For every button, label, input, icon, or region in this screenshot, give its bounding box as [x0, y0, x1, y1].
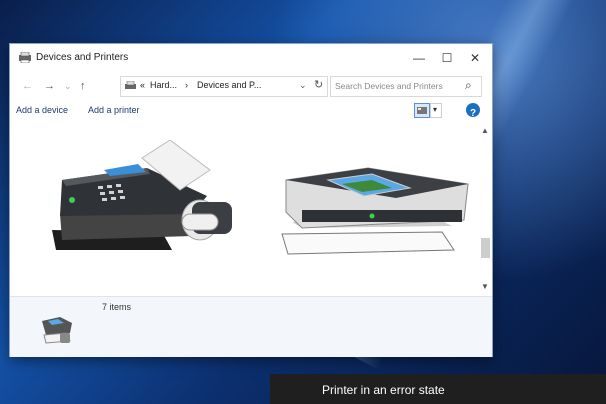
item-count: 7 items [102, 302, 132, 312]
window-title: Devices and Printers [36, 52, 129, 63]
devices-content-area [10, 122, 492, 296]
add-printer-button[interactable]: Add a printer [88, 105, 140, 115]
refresh-button[interactable]: ↻ [314, 78, 323, 91]
view-options-button[interactable]: ▾ [430, 103, 442, 118]
close-button[interactable]: ✕ [462, 48, 488, 68]
maximize-button[interactable]: ☐ [434, 48, 460, 68]
view-icon [417, 107, 427, 114]
forward-button[interactable]: → [44, 78, 55, 94]
details-pane [10, 296, 492, 357]
vertical-scrollbar[interactable]: ▲ ▼ [478, 122, 492, 296]
scroll-up-arrow-icon[interactable]: ▲ [481, 126, 489, 135]
address-dropdown-button[interactable]: ⌄ [299, 80, 307, 91]
printer-icon[interactable] [268, 154, 474, 256]
scroll-down-arrow-icon[interactable]: ▼ [481, 282, 489, 291]
search-icon[interactable]: ⌕ [465, 78, 472, 93]
breadcrumb-separator: › [185, 80, 188, 90]
location-printer-icon [125, 81, 136, 89]
help-icon: ? [469, 108, 477, 119]
devices-and-printers-window: Devices and Printers — ☐ ✕ ← → ⌄ ↑ « Har… [10, 44, 492, 357]
search-box[interactable]: Search Devices and Printers ⌕ [330, 76, 482, 97]
command-bar: Add a device Add a printer ▾ ? [10, 100, 492, 122]
help-button[interactable]: ? [466, 103, 480, 119]
view-dropdown-icon: ▾ [433, 105, 438, 114]
breadcrumb-devices-and-printers[interactable]: Devices and P... [197, 80, 261, 90]
devices-thumbnail-icon [42, 317, 72, 344]
minimize-button[interactable]: — [406, 48, 432, 68]
notification-toast[interactable]: Printer in an error state [270, 374, 606, 404]
breadcrumb-hardware[interactable]: Hard... [150, 80, 177, 90]
back-button[interactable]: ← [22, 78, 33, 94]
address-bar[interactable]: « Hard... › Devices and P... ⌄ ↻ [120, 76, 328, 97]
add-device-button[interactable]: Add a device [16, 105, 68, 115]
scroll-thumb[interactable] [481, 238, 490, 258]
search-placeholder: Search Devices and Printers [335, 81, 443, 91]
title-bar[interactable]: Devices and Printers — ☐ ✕ [10, 44, 492, 72]
devices-printers-app-icon [19, 52, 31, 63]
fax-icon[interactable] [42, 140, 242, 252]
recent-locations-button[interactable]: ⌄ [64, 78, 72, 94]
change-view-button[interactable] [414, 103, 430, 118]
toast-message: Printer in an error state [322, 383, 445, 397]
up-button[interactable]: ↑ [80, 78, 86, 94]
address-overflow-chevron[interactable]: « [140, 80, 145, 90]
